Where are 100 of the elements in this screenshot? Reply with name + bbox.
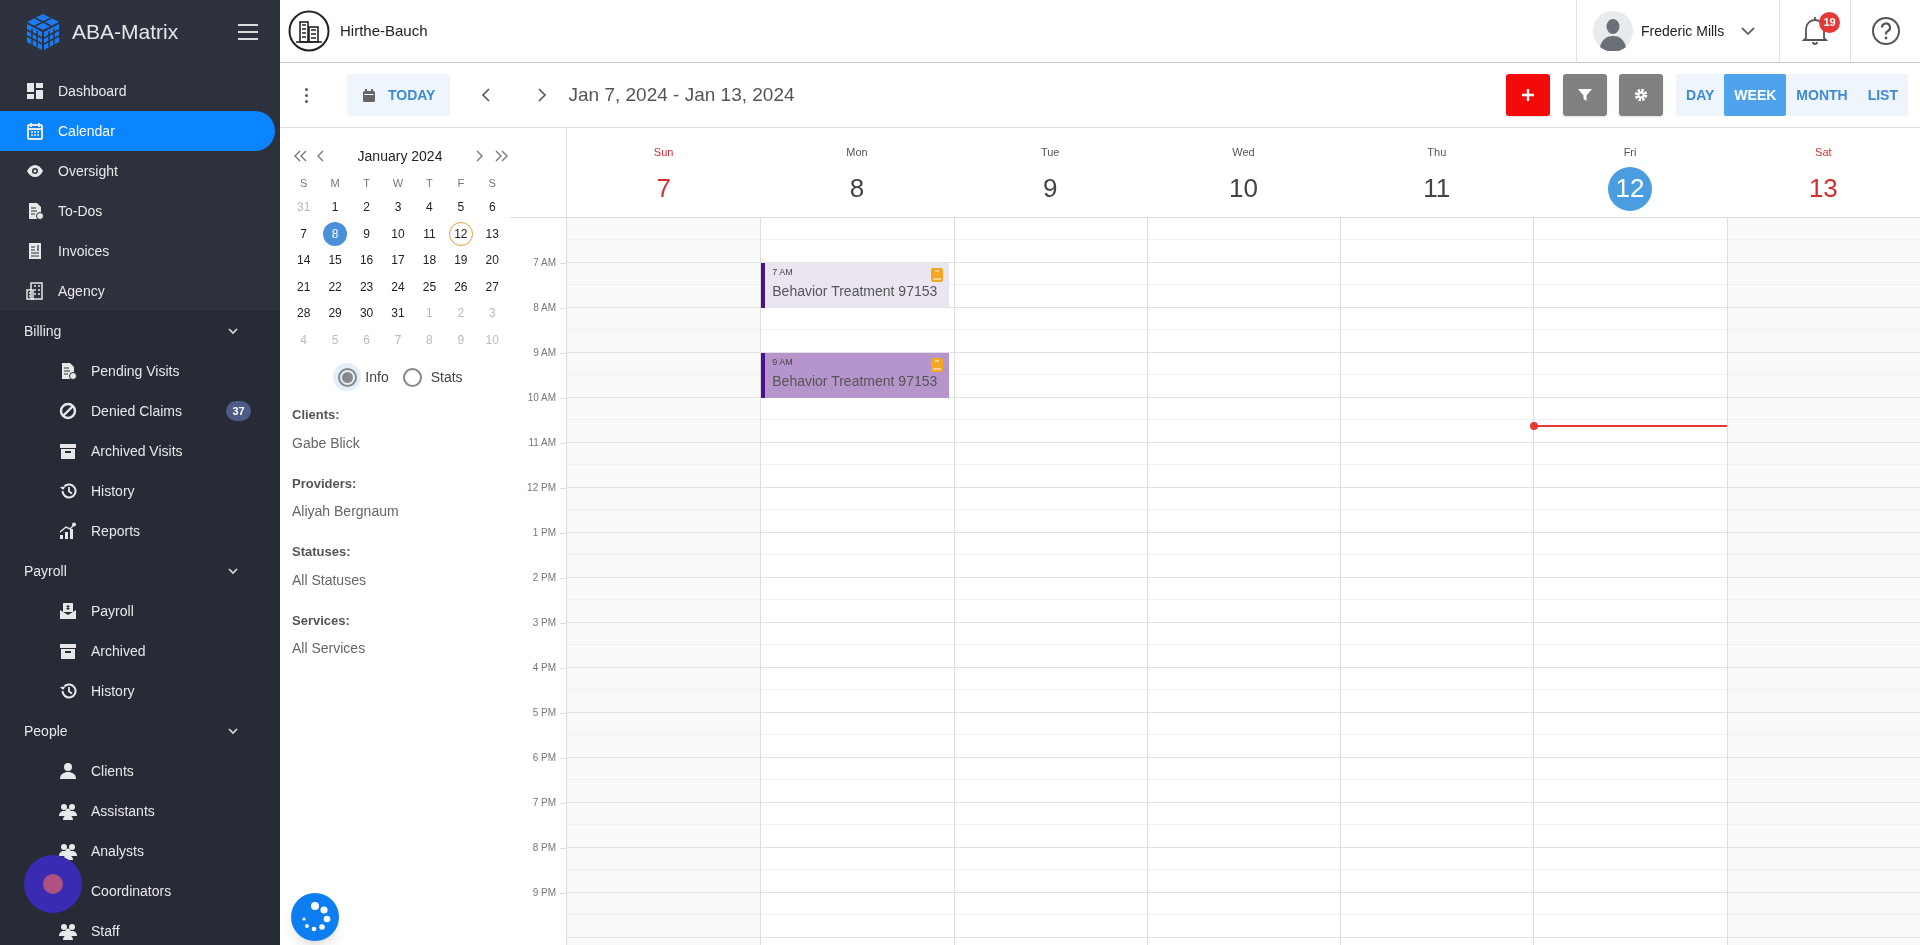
sidebar-section[interactable]: People (0, 711, 280, 751)
notifications-button[interactable]: 19 (1779, 0, 1850, 62)
calendar-day[interactable]: 2 (354, 195, 379, 220)
sidebar-item[interactable]: Archived (0, 631, 275, 671)
hour-label: 9 AM (533, 346, 556, 360)
chevron-down-icon (1741, 26, 1755, 36)
user-menu[interactable]: Frederic Mills (1576, 0, 1779, 62)
calendar-day[interactable]: 15 (323, 248, 348, 273)
calendar-day[interactable]: 30 (354, 301, 379, 326)
calendar-day[interactable]: 24 (386, 274, 410, 299)
clock-icon (59, 682, 77, 700)
hour-label: 9 PM (532, 886, 556, 900)
calendar-day[interactable]: 14 (291, 248, 316, 273)
calendar-day[interactable]: 4 (417, 195, 442, 220)
hour-label: 5 PM (532, 706, 556, 720)
day-number[interactable]: 13 (1801, 166, 1846, 211)
filter-value: All Services (292, 639, 367, 658)
sidebar-item[interactable]: Coordinators (0, 871, 275, 911)
calendar-day[interactable]: 21 (291, 274, 316, 299)
person-icon (59, 762, 77, 780)
calendar-day[interactable]: 25 (417, 274, 442, 299)
next-year-icon[interactable] (495, 150, 508, 162)
calendar-day[interactable]: 29 (323, 301, 348, 326)
sidebar-item[interactable]: Archived Visits (0, 431, 275, 471)
company-name: Hirthe-Bauch (340, 20, 428, 41)
envelope-icon (59, 602, 77, 620)
archive-icon (59, 442, 77, 460)
calendar-day[interactable]: 27 (480, 274, 505, 299)
hour-label: 11 AM (528, 436, 556, 450)
plus-icon (1522, 89, 1535, 101)
radio-option[interactable]: Info (333, 363, 389, 391)
weekday-name: Mon (846, 145, 868, 160)
sidebar-item[interactable]: Agency (0, 271, 275, 311)
day-number[interactable]: 7 (641, 166, 686, 211)
sidebar-item[interactable]: Clients (0, 751, 275, 791)
event-card[interactable]: 7 AM Behavior Treatment 97153 (761, 263, 949, 308)
menu-icon[interactable] (238, 23, 258, 40)
weekday-label: W (391, 175, 405, 191)
calendar-day[interactable]: 19 (448, 248, 473, 273)
calendar-day[interactable]: 23 (354, 274, 379, 299)
calendar-day[interactable]: 17 (386, 248, 410, 273)
sidebar-item[interactable]: Reports (0, 511, 275, 551)
sidebar-item[interactable]: History (0, 471, 275, 511)
building-logo-icon (288, 10, 330, 52)
sidebar-item[interactable]: Payroll (0, 591, 275, 631)
sidebar-item[interactable]: Calendar (0, 111, 275, 151)
calendar-day[interactable]: 22 (323, 274, 348, 299)
previous-month-icon[interactable] (317, 150, 325, 162)
sidebar-item[interactable]: Pending Visits (0, 351, 275, 391)
radio-option[interactable]: Stats (398, 363, 463, 391)
add-button[interactable] (1506, 74, 1551, 116)
calendar-day[interactable]: 26 (448, 274, 473, 299)
next-month-icon[interactable] (475, 150, 483, 162)
avatar-icon (1593, 11, 1633, 51)
calendar-day[interactable]: 13 (480, 221, 505, 246)
settings-button[interactable] (1619, 74, 1664, 116)
hour-label: 2 PM (532, 571, 556, 585)
day-number[interactable]: 8 (834, 166, 879, 211)
hour-label: 12 PM (527, 481, 556, 495)
filter-label: Providers: (292, 474, 358, 493)
hour-label: 7 PM (532, 796, 556, 810)
filter-button[interactable] (1563, 74, 1608, 116)
sidebar-item[interactable]: Dashboard (0, 71, 275, 111)
sidebar-section[interactable]: Payroll (0, 551, 280, 591)
filter-label: Services: (292, 611, 351, 630)
radio-button[interactable] (333, 363, 362, 391)
sidebar-item[interactable]: Invoices (0, 231, 275, 271)
calendar-day[interactable]: 31 (386, 301, 410, 326)
calendar-day[interactable]: 9 (354, 221, 379, 246)
sidebar-item[interactable]: Oversight (0, 151, 275, 191)
weekday-label: F (456, 175, 466, 191)
calendar-day[interactable]: 6 (480, 195, 505, 220)
calendar-day[interactable]: 5 (448, 195, 473, 220)
sidebar-item[interactable]: To-Dos (0, 191, 275, 231)
calendar-day[interactable]: 28 (291, 301, 316, 326)
event-card[interactable]: 9 AM Behavior Treatment 97153 (761, 353, 949, 398)
calendar-day[interactable]: 18 (417, 248, 442, 273)
document-icon (59, 362, 77, 380)
sidebar-item[interactable]: Denied Claims 37 (0, 391, 275, 431)
previous-year-icon[interactable] (294, 150, 307, 162)
day-number[interactable]: 10 (1221, 166, 1266, 211)
filter-value: All Statuses (292, 570, 367, 590)
next-arrow-icon[interactable] (536, 87, 549, 103)
weekday-name: Fri (1623, 145, 1637, 160)
day-number[interactable]: 9 (1028, 166, 1073, 211)
calendar-day[interactable]: 16 (354, 248, 379, 273)
sidebar-item[interactable]: History (0, 671, 275, 711)
calendar-day[interactable]: 7 (291, 221, 316, 246)
day-number[interactable]: 11 (1414, 166, 1459, 211)
weekday-name: Tue (1040, 145, 1060, 160)
sidebar-item[interactable]: Assistants (0, 791, 275, 831)
calendar-day[interactable]: 11 (417, 221, 442, 246)
calendar-day[interactable]: 10 (386, 221, 410, 246)
receipt-icon (26, 242, 44, 260)
sidebar-item[interactable]: Staff (0, 911, 275, 945)
sidebar-section[interactable]: Billing (0, 311, 280, 351)
previous-arrow-icon[interactable] (480, 87, 493, 103)
calendar-day[interactable]: 3 (386, 195, 410, 220)
calendar-day[interactable]: 20 (480, 248, 505, 273)
calendar-day[interactable]: 1 (323, 195, 348, 220)
